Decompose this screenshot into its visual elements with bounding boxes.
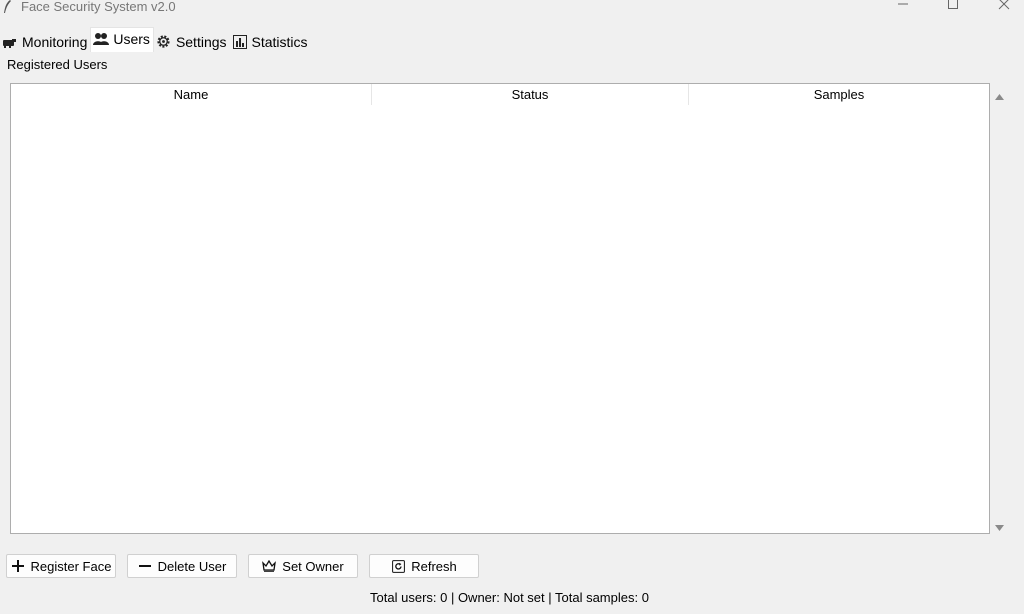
maximize-icon[interactable] — [933, 0, 973, 14]
tab-settings[interactable]: Settings — [154, 30, 230, 53]
users-table[interactable]: Name Status Samples — [10, 83, 990, 534]
tab-bar: Monitoring Users Settings Statistics — [0, 27, 311, 53]
column-header-name[interactable]: Name — [11, 84, 372, 105]
register-face-button[interactable]: Register Face — [6, 554, 116, 578]
status-text: Total users: 0 | Owner: Not set | Total … — [370, 590, 649, 605]
camera-icon — [2, 34, 18, 50]
minimize-icon[interactable] — [883, 0, 923, 14]
delete-user-button[interactable]: Delete User — [127, 554, 237, 578]
button-label: Refresh — [411, 558, 457, 574]
vertical-scrollbar[interactable] — [991, 83, 1008, 534]
minus-icon — [138, 559, 152, 573]
tab-monitoring[interactable]: Monitoring — [0, 30, 90, 53]
crown-icon — [262, 559, 277, 573]
window-title: Face Security System v2.0 — [21, 0, 176, 14]
column-header-samples[interactable]: Samples — [689, 84, 989, 105]
bar-chart-icon — [232, 34, 248, 50]
tab-statistics[interactable]: Statistics — [230, 30, 311, 53]
tab-label: Users — [113, 30, 150, 47]
scroll-down-icon[interactable] — [995, 519, 1004, 535]
registered-users-label: Registered Users — [7, 57, 108, 72]
close-icon[interactable] — [984, 0, 1024, 14]
tab-label: Statistics — [251, 33, 308, 50]
set-owner-button[interactable]: Set Owner — [248, 554, 358, 578]
column-header-status[interactable]: Status — [372, 84, 689, 105]
tab-label: Monitoring — [22, 33, 88, 50]
table-header: Name Status Samples — [11, 84, 989, 105]
refresh-icon — [391, 559, 405, 573]
title-bar: Face Security System v2.0 — [0, 0, 1024, 22]
tab-label: Settings — [175, 33, 227, 50]
gear-icon — [156, 34, 172, 50]
feather-icon — [2, 0, 12, 14]
refresh-button[interactable]: Refresh — [369, 554, 479, 578]
scroll-up-icon[interactable] — [995, 88, 1004, 104]
button-label: Delete User — [157, 558, 227, 574]
tab-users[interactable]: Users — [90, 27, 154, 52]
users-icon — [93, 31, 110, 47]
button-label: Set Owner — [282, 558, 344, 574]
plus-icon — [11, 559, 25, 573]
button-label: Register Face — [30, 558, 112, 574]
